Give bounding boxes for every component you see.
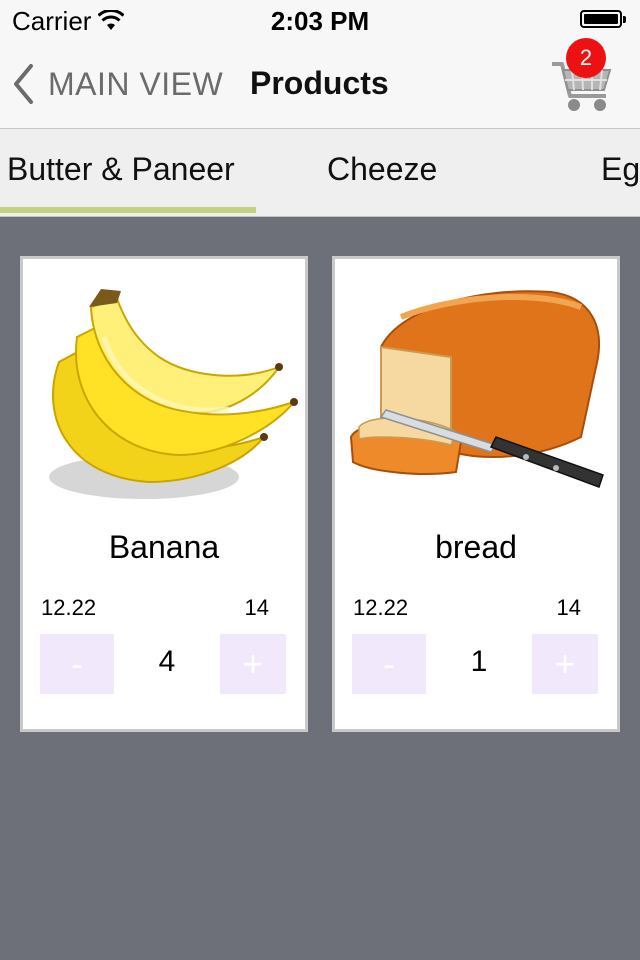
- back-button-label: MAIN VIEW: [48, 65, 224, 102]
- back-button[interactable]: MAIN VIEW: [12, 60, 223, 108]
- quantity-value: 1: [470, 645, 488, 678]
- product-stock: 14: [244, 595, 269, 620]
- tab-eggs[interactable]: Eg: [601, 129, 640, 215]
- product-stock: 14: [556, 595, 581, 620]
- chevron-left-icon: [12, 64, 34, 104]
- increase-quantity-button[interactable]: +: [220, 634, 286, 694]
- navigation-bar: MAIN VIEW Products 2: [0, 38, 640, 129]
- bread-image: [341, 277, 611, 517]
- cart-count-badge: 2: [566, 38, 606, 78]
- increase-quantity-button[interactable]: +: [532, 634, 598, 694]
- tab-butter-paneer[interactable]: Butter & Paneer: [7, 129, 235, 215]
- quantity-value: 4: [158, 645, 176, 678]
- shopping-cart-icon: [548, 62, 614, 120]
- selected-tab-indicator: [0, 207, 256, 213]
- product-card-banana[interactable]: Banana 12.22 14 - 4 +: [20, 256, 308, 732]
- page-title: Products: [250, 65, 389, 101]
- product-price: 12.22: [353, 595, 409, 620]
- category-tabs: Butter & Paneer Cheeze Eg: [0, 129, 640, 217]
- tab-label: Eg: [601, 151, 640, 187]
- decrease-quantity-button[interactable]: -: [352, 634, 426, 694]
- decrease-quantity-button[interactable]: -: [40, 634, 114, 694]
- product-card-bread[interactable]: bread 12.22 14 - 1 +: [332, 256, 620, 732]
- status-time: 2:03 PM: [270, 6, 370, 36]
- status-bar: Carrier 2:03 PM: [0, 0, 640, 40]
- product-price: 12.22: [41, 595, 97, 620]
- product-name: bread: [435, 529, 517, 565]
- tab-cheeze[interactable]: Cheeze: [327, 129, 437, 215]
- banana-image: [29, 277, 299, 517]
- tab-label: Butter & Paneer: [7, 151, 235, 187]
- tab-label: Cheeze: [327, 151, 438, 187]
- battery-icon: [580, 10, 626, 28]
- product-name: Banana: [108, 529, 220, 565]
